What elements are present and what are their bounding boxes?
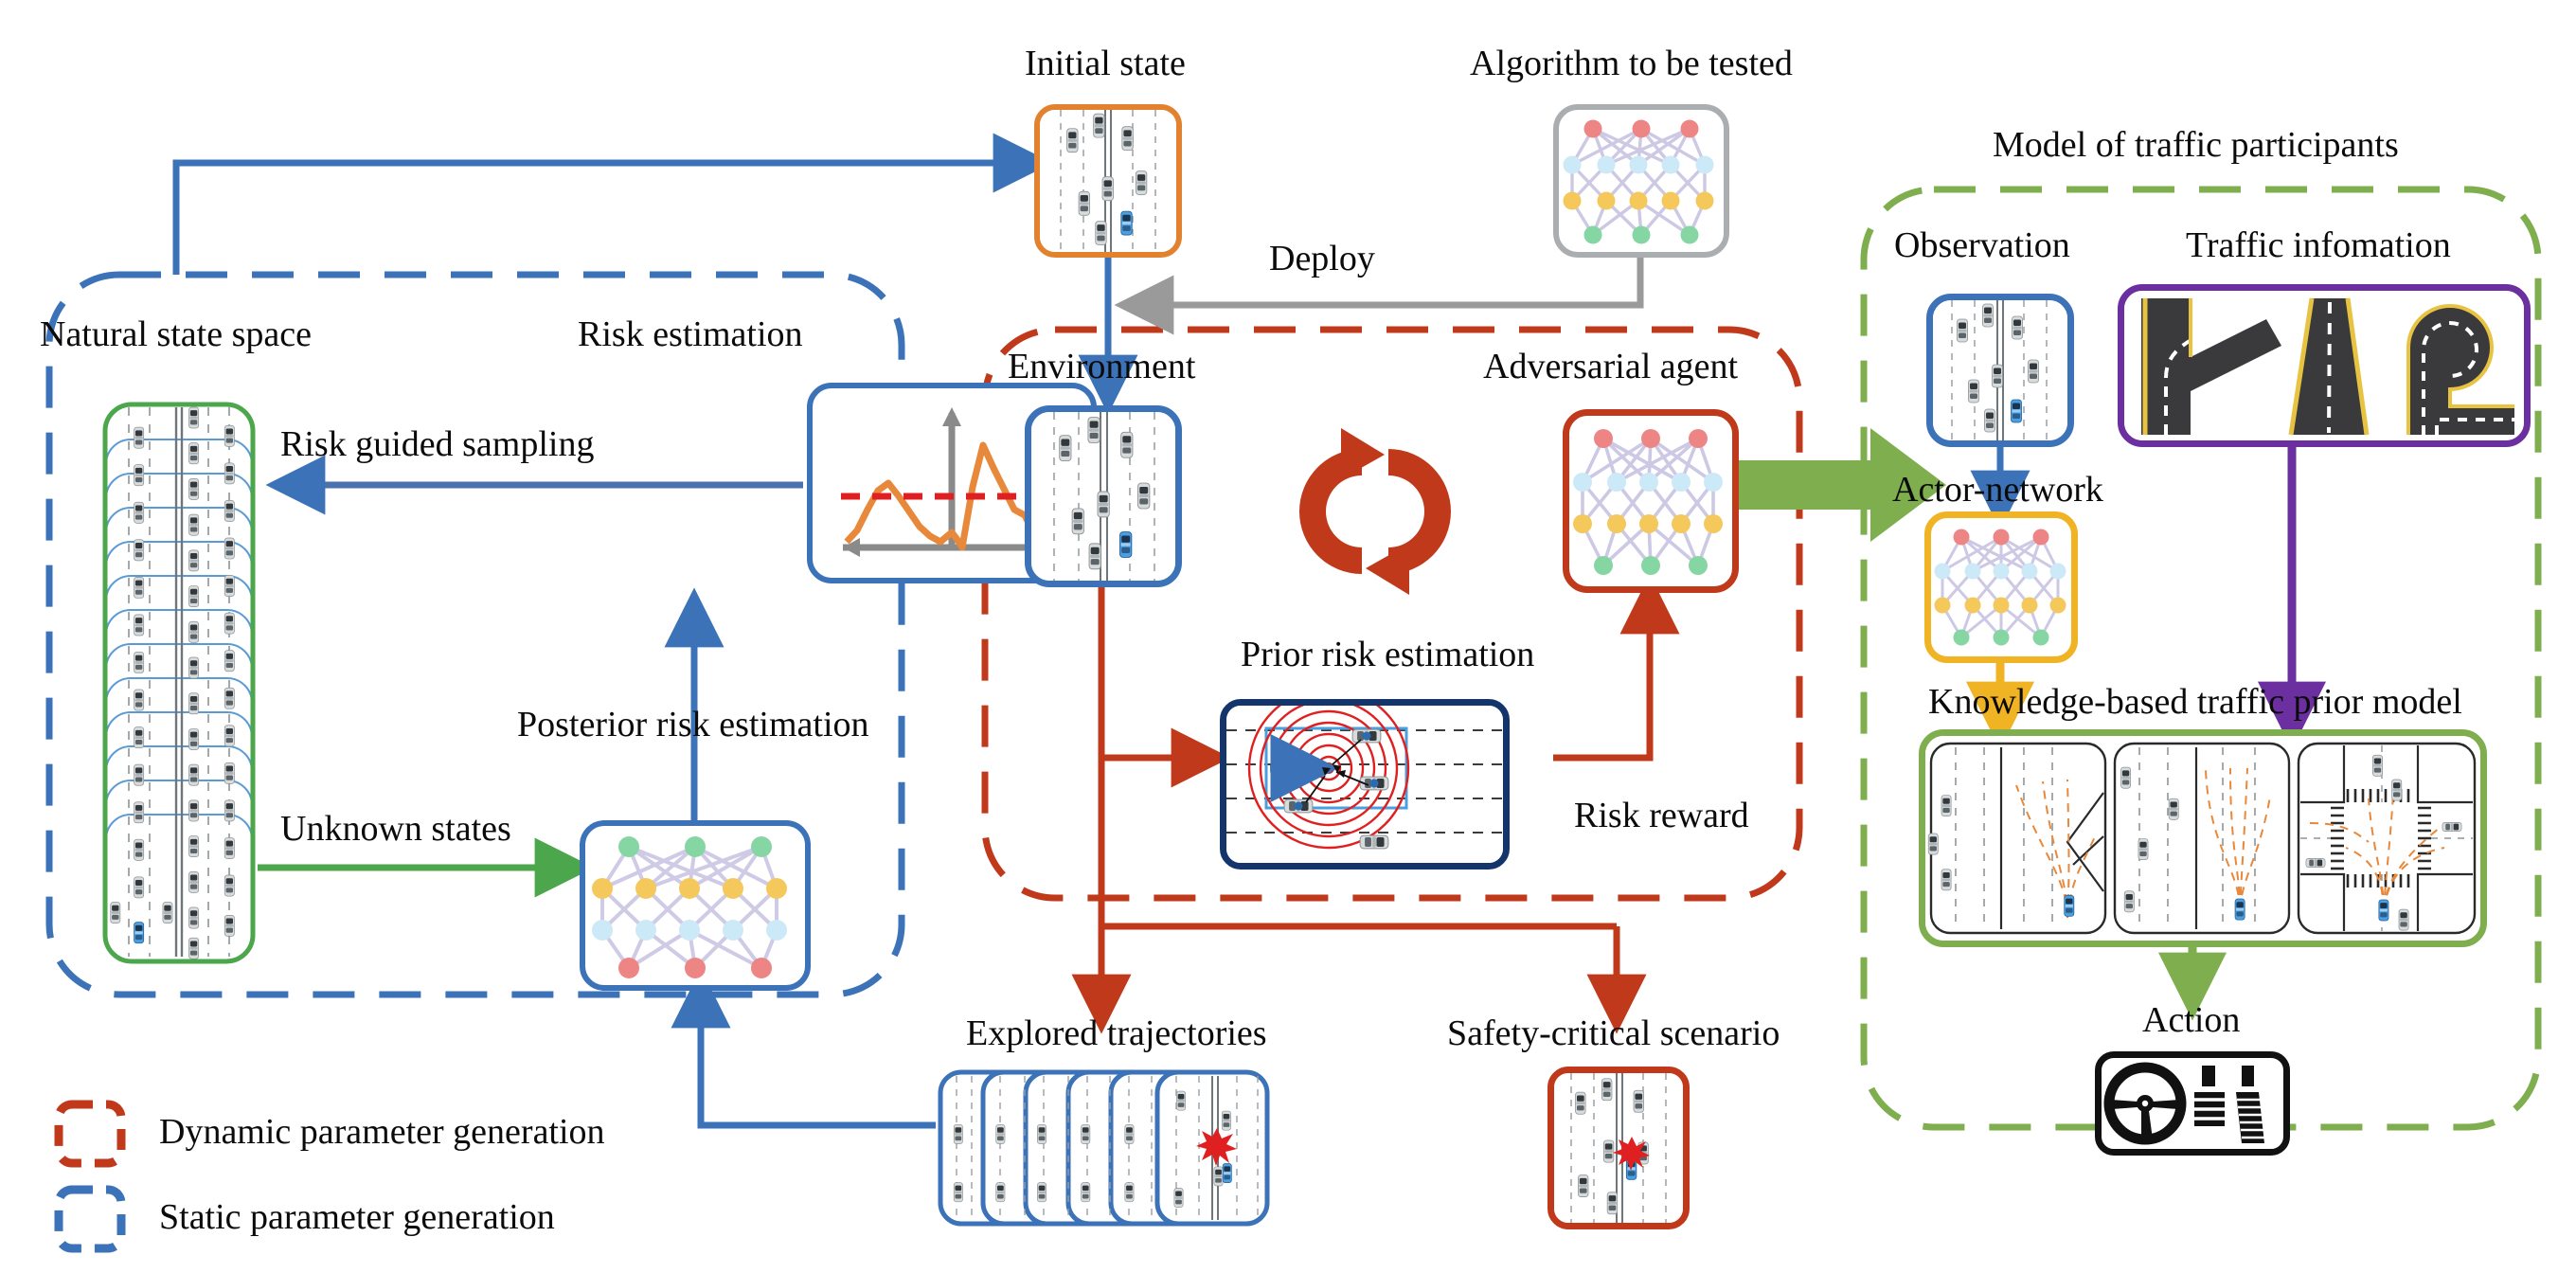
brake-pedal-icon — [2194, 1066, 2225, 1126]
legend-swatch-dynamic — [54, 1100, 126, 1168]
traffic-information-label: Traffic infomation — [2186, 225, 2451, 265]
algorithm-label: Algorithm to be tested — [1470, 44, 1793, 83]
traffic-information-box — [2118, 284, 2531, 447]
risk-estimation-label: Risk estimation — [578, 314, 803, 354]
posterior-risk-network — [580, 820, 811, 991]
action-controls-box — [2095, 1051, 2290, 1156]
model-traffic-participants-label: Model of traffic participants — [1993, 125, 2399, 165]
adversarial-agent-label: Adversarial agent — [1483, 347, 1739, 386]
arrow-deploy — [1114, 258, 1644, 335]
knowledge-prior-model-box — [1919, 729, 2487, 947]
traffic-info-svg — [2124, 291, 2524, 440]
knowledge-model-svg — [1925, 736, 2480, 941]
arrow-environment-to-prior — [1098, 587, 1231, 788]
cycle-icon — [1299, 428, 1451, 595]
safety-critical-scene — [1547, 1067, 1690, 1229]
observation-label: Observation — [1894, 225, 2070, 265]
risk-reward-label: Risk reward — [1574, 796, 1749, 835]
intersection-scene — [2297, 742, 2477, 935]
environment-scene — [1025, 405, 1182, 587]
prior-risk-svg — [1226, 706, 1503, 863]
posterior-risk-estimation-label: Posterior risk estimation — [517, 705, 869, 744]
straight-highway-scene — [2113, 742, 2291, 935]
legend-swatch-static — [54, 1185, 126, 1253]
diagram-canvas: Natural state space Risk estimation Risk… — [0, 0, 2576, 1273]
explored-trajectories-stack — [938, 1067, 1271, 1229]
arrow-to-initial-state — [172, 133, 1053, 275]
initial-state-scene — [1034, 104, 1182, 258]
legend-label-dynamic: Dynamic parameter generation — [159, 1112, 605, 1152]
actor-network-box — [1924, 511, 2078, 663]
risk-guided-sampling-label: Risk guided sampling — [280, 424, 595, 464]
initial-state-label: Initial state — [1025, 44, 1186, 83]
explored-trajectories-label: Explored trajectories — [966, 1013, 1267, 1053]
prior-risk-estimation-scene — [1220, 699, 1510, 870]
safety-critical-scenario-label: Safety-critical scenario — [1447, 1013, 1780, 1053]
arrow-prior-to-adversarial — [1553, 574, 1680, 762]
merge-ramp-scene — [1927, 742, 2107, 935]
algorithm-network — [1553, 104, 1729, 258]
observation-svg — [1933, 300, 2067, 440]
explored-traj-svg — [938, 1069, 1270, 1227]
algorithm-nn-svg — [1563, 119, 1714, 244]
adversarial-nn-svg — [1573, 429, 1723, 575]
posterior-nn-svg — [592, 836, 787, 978]
adversarial-agent-network — [1563, 409, 1739, 593]
accelerator-pedal-icon — [2236, 1066, 2264, 1143]
actor-network-label: Actor-network — [1892, 470, 2103, 510]
action-label: Action — [2142, 1000, 2241, 1040]
prior-risk-estimation-label: Prior risk estimation — [1241, 635, 1535, 674]
deploy-label: Deploy — [1269, 239, 1375, 278]
observation-scene — [1926, 294, 2074, 447]
safety-critical-svg — [1554, 1073, 1683, 1223]
action-icons-svg — [2103, 1062, 2264, 1145]
state-stack-svg — [102, 402, 256, 964]
actor-nn-svg — [1934, 529, 2066, 646]
unknown-states-label: Unknown states — [280, 809, 511, 849]
legend-label-static: Static parameter generation — [159, 1197, 555, 1237]
natural-state-space-stack — [102, 396, 256, 964]
natural-state-space-label: Natural state space — [40, 314, 312, 354]
environment-label: Environment — [1008, 347, 1196, 386]
steering-wheel-icon — [2103, 1062, 2187, 1145]
knowledge-model-label: Knowledge-based traffic prior model — [1928, 682, 2462, 722]
environment-svg — [1031, 412, 1175, 581]
arrow-explored-to-posterior — [671, 968, 936, 1129]
initial-state-svg — [1040, 110, 1176, 252]
